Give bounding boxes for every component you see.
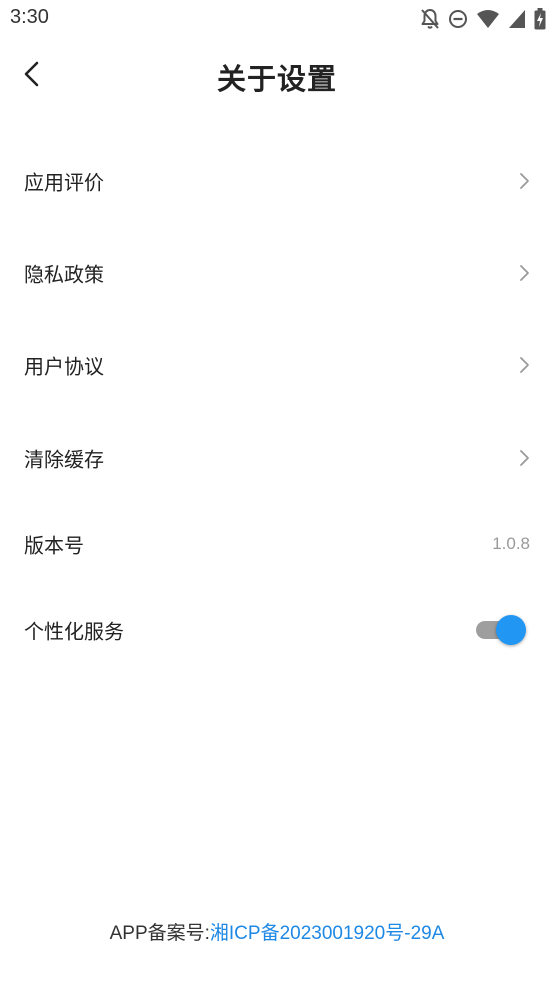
toggle-thumb xyxy=(496,615,526,645)
chevron-right-icon xyxy=(520,450,529,466)
status-time: 3:30 xyxy=(10,6,49,28)
notifications-off-icon xyxy=(420,8,440,30)
row-label: 用户协议 xyxy=(24,354,104,379)
about-settings-screen: 3:30 关于设置 应用评价 隐私政策 用户协议 清除缓存 版本号 1.0.8 … xyxy=(0,0,554,985)
page-title: 关于设置 xyxy=(216,62,337,96)
chevron-right-icon xyxy=(520,357,529,373)
version-row: 版本号 1.0.8 xyxy=(0,514,554,574)
status-icons xyxy=(420,7,546,31)
row-label: 版本号 xyxy=(24,533,84,558)
personalized-service-row: 个性化服务 xyxy=(0,600,554,660)
personalized-service-toggle[interactable] xyxy=(476,614,526,646)
row-label: 清除缓存 xyxy=(24,447,104,472)
do-not-disturb-icon xyxy=(448,9,468,29)
status-bar: 3:30 xyxy=(0,0,554,38)
app-rating-row[interactable]: 应用评价 xyxy=(0,151,554,211)
header: 关于设置 xyxy=(0,44,554,110)
chevron-right-icon xyxy=(520,265,529,281)
battery-charging-icon xyxy=(534,8,546,30)
row-label: 应用评价 xyxy=(24,170,104,195)
row-label: 隐私政策 xyxy=(24,262,104,287)
cellular-signal-icon xyxy=(508,9,526,29)
user-agreement-row[interactable]: 用户协议 xyxy=(0,335,554,395)
icp-link[interactable]: 湘ICP备2023001920号-29A xyxy=(210,923,444,944)
privacy-policy-row[interactable]: 隐私政策 xyxy=(0,243,554,303)
wifi-icon xyxy=(476,9,500,29)
icp-label: APP备案号: xyxy=(109,923,210,944)
chevron-right-icon xyxy=(520,173,529,189)
version-value: 1.0.8 xyxy=(492,534,530,553)
footer: APP备案号:湘ICP备2023001920号-29A xyxy=(0,918,554,945)
clear-cache-row[interactable]: 清除缓存 xyxy=(0,428,554,488)
row-label: 个性化服务 xyxy=(24,619,124,644)
